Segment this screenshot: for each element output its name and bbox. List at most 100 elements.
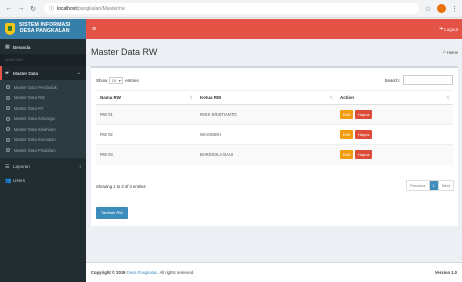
cell-action: Edit Hapus bbox=[336, 144, 453, 165]
page-title: Master Data RW bbox=[91, 47, 158, 57]
hapus-button[interactable]: Hapus bbox=[354, 130, 373, 139]
sidebar-subitem-label: Master Data RT bbox=[14, 105, 44, 111]
sidebar-subitem-label: Master Data Penduduk bbox=[14, 84, 57, 90]
sidebar-item-label: Users bbox=[13, 178, 25, 183]
sidebar-item-label: Beranda bbox=[13, 44, 31, 50]
entries-select[interactable]: 10 ▾ bbox=[109, 76, 124, 84]
logout-label: Logout bbox=[444, 26, 458, 32]
table-row: RW 01 ROHI KRISTIANTO Edit Hapus bbox=[96, 104, 453, 125]
logout-icon: ➜ bbox=[439, 26, 444, 32]
rw-table: Nama RW ⇅ Ketua RW ⇅ Action ⇅ RW 01 ROHI KR… bbox=[96, 90, 453, 165]
url-host: localhost bbox=[57, 5, 77, 12]
dashboard-icon: ▦ bbox=[5, 44, 10, 50]
breadcrumb[interactable]: ⌂ Home bbox=[443, 49, 458, 55]
search-label: Search: bbox=[384, 77, 400, 83]
sidebar-subitem-label: Master Data Kelahiran bbox=[14, 126, 56, 132]
footer: Copyright © 2019 Desa Pangkalan. All rig… bbox=[86, 262, 462, 282]
copyright-suffix: All rights reserved. bbox=[159, 270, 195, 275]
browser-menu-icon[interactable]: ⋮ bbox=[451, 5, 458, 13]
sidebar-subitem-kelahiran[interactable]: Master Data Kelahiran bbox=[0, 124, 86, 135]
table-row: RW 03 BARDIGILA BAUI Edit Hapus bbox=[96, 144, 453, 165]
search-input[interactable] bbox=[403, 75, 453, 85]
sidebar-subitem-label: Master Data Keluarga bbox=[14, 116, 55, 122]
cell-ketua-rw: ROHI KRISTIANTO bbox=[196, 104, 336, 125]
sidebar-subitem-penduduk[interactable]: Master Data Penduduk bbox=[0, 82, 86, 93]
pagination-next[interactable]: Next bbox=[437, 181, 453, 190]
sort-icon: ⇅ bbox=[446, 94, 450, 100]
reload-icon[interactable]: ↻ bbox=[28, 4, 38, 14]
chevron-left-icon: ‹ bbox=[79, 163, 81, 170]
profile-avatar-icon[interactable] bbox=[437, 4, 446, 13]
sidebar-item-beranda[interactable]: ▦ Beranda bbox=[0, 40, 86, 54]
chevron-down-icon: ▾ bbox=[118, 77, 121, 83]
cell-nama-rw: RW 02 bbox=[96, 124, 196, 145]
table-header-row: Nama RW ⇅ Ketua RW ⇅ Action ⇅ bbox=[96, 90, 453, 105]
sidebar: ▦ Beranda MAIN NAV ▰ Master Data ⌄ Maste… bbox=[0, 39, 86, 282]
entries-value: 10 bbox=[111, 77, 117, 83]
column-label: Ketua RW bbox=[200, 94, 222, 100]
back-arrow-icon[interactable]: ← bbox=[4, 4, 14, 14]
sidebar-subitem-rw[interactable]: Master Data RW bbox=[0, 93, 86, 104]
sidebar-subitem-keluarga[interactable]: Master Data Keluarga bbox=[0, 114, 86, 125]
sidebar-toggle-icon[interactable]: ≡ bbox=[92, 26, 96, 33]
column-header-ketua-rw[interactable]: Ketua RW ⇅ bbox=[196, 90, 336, 105]
sidebar-subitem-rt[interactable]: Master Data RT bbox=[0, 103, 86, 114]
edit-button[interactable]: Edit bbox=[340, 110, 353, 119]
tambah-rw-button[interactable]: Tambah RW bbox=[96, 207, 128, 219]
cell-action: Edit Hapus bbox=[336, 104, 453, 125]
cell-ketua-rw: BARDIGILA BAUI bbox=[196, 144, 336, 165]
show-label: Show bbox=[96, 77, 108, 83]
top-navbar: ≡ ➜ Logout bbox=[86, 19, 462, 39]
cell-nama-rw: RW 01 bbox=[96, 104, 196, 125]
column-header-nama-rw[interactable]: Nama RW ⇅ bbox=[96, 90, 196, 105]
hapus-button[interactable]: Hapus bbox=[354, 150, 373, 160]
footer-brand-link[interactable]: Desa Pangkalan. bbox=[127, 270, 159, 275]
column-label: Action bbox=[340, 94, 354, 100]
data-table-box: Show 10 ▾ entries Search: Nama RW ⇅ Ketua… bbox=[91, 66, 458, 226]
edit-button[interactable]: Edit bbox=[340, 150, 353, 160]
table-search: Search: bbox=[384, 75, 453, 85]
pagination-previous[interactable]: Previous bbox=[406, 181, 429, 190]
cell-action: Edit Hapus bbox=[336, 124, 453, 145]
table-row: RW 02 WAGINIEH Edit Hapus bbox=[96, 124, 453, 145]
footer-copyright: Copyright © 2019 Desa Pangkalan. All rig… bbox=[91, 270, 194, 275]
users-icon: 👥 bbox=[5, 177, 12, 184]
sidebar-subitem-pindahan[interactable]: Master Data Pindahan bbox=[0, 145, 86, 156]
address-bar[interactable]: ⓘ localhost /pangkalan/Master/rw bbox=[44, 3, 419, 14]
circle-icon bbox=[6, 106, 10, 111]
sidebar-item-master-data[interactable]: ▰ Master Data ⌄ bbox=[0, 66, 86, 80]
circle-icon bbox=[6, 137, 10, 142]
circle-icon bbox=[6, 148, 10, 153]
chevron-down-icon: ⌄ bbox=[76, 70, 81, 76]
pagination-page-1[interactable]: 1 bbox=[428, 181, 438, 190]
table-info: Showing 1 to 3 of 3 entries bbox=[96, 184, 146, 189]
cell-nama-rw: RW 03 bbox=[96, 144, 196, 165]
hapus-button[interactable]: Hapus bbox=[354, 110, 373, 119]
sidebar-item-label: Laporan bbox=[13, 164, 30, 169]
entries-label: entries bbox=[125, 77, 139, 83]
sidebar-subitem-kematian[interactable]: Master Data Kematian bbox=[0, 135, 86, 146]
folder-icon: ▰ bbox=[5, 70, 9, 76]
sidebar-section-header: MAIN NAV bbox=[0, 54, 86, 66]
bookmark-star-icon[interactable]: ☆ bbox=[425, 5, 431, 13]
circle-icon bbox=[6, 95, 10, 100]
entries-length-control: Show 10 ▾ entries bbox=[96, 76, 139, 84]
footer-version: Version 1.0 bbox=[434, 270, 457, 275]
sidebar-item-laporan[interactable]: ☰ Laporan ‹ bbox=[0, 160, 86, 174]
app-logo[interactable]: SISTEM INFORMASI DESA PANGKALAN bbox=[0, 19, 86, 39]
sidebar-subitem-label: Master Data Pindahan bbox=[14, 147, 56, 153]
url-path: /pangkalan/Master/rw bbox=[76, 5, 125, 12]
forward-arrow-icon[interactable]: → bbox=[16, 4, 26, 14]
breadcrumb-home: Home bbox=[446, 49, 458, 55]
logout-link[interactable]: ➜ Logout bbox=[439, 26, 458, 32]
column-header-action[interactable]: Action ⇅ bbox=[336, 90, 453, 105]
sidebar-submenu: Master Data Penduduk Master Data RW Mast… bbox=[0, 80, 86, 158]
edit-button[interactable]: Edit bbox=[340, 130, 353, 139]
sidebar-item-label: Master Data bbox=[13, 70, 39, 76]
cell-ketua-rw: WAGINIEH bbox=[196, 124, 336, 145]
circle-icon bbox=[6, 127, 10, 132]
logo-emblem-icon bbox=[5, 23, 15, 35]
home-icon: ⌂ bbox=[442, 49, 446, 55]
info-icon[interactable]: ⓘ bbox=[49, 5, 54, 12]
sidebar-item-users[interactable]: 👥 Users bbox=[0, 174, 86, 188]
